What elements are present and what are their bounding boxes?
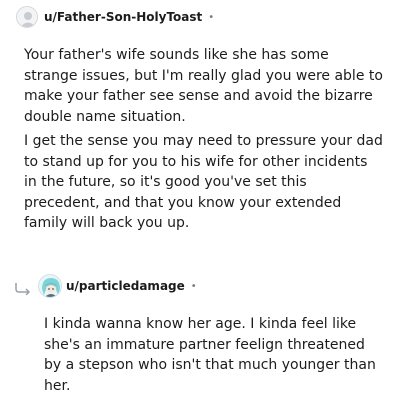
reply-thread-arrow-icon bbox=[14, 280, 32, 296]
comment-header: u/particledamage • bbox=[14, 272, 197, 300]
comment-author[interactable]: u/Father-Son-HolyToast bbox=[44, 10, 202, 24]
comment-paragraph: I kinda wanna know her age. I kinda feel… bbox=[44, 316, 376, 394]
comment-header: u/Father-Son-HolyToast • bbox=[16, 4, 214, 30]
anime-character-avatar-icon[interactable] bbox=[38, 274, 62, 298]
comment-author[interactable]: u/particledamage bbox=[66, 279, 185, 293]
comment-paragraph: I get the sense you may need to pressure… bbox=[24, 132, 383, 232]
separator-dot: • bbox=[190, 280, 197, 292]
default-user-avatar-icon[interactable] bbox=[16, 6, 38, 28]
comment-paragraph: Your father's wife sounds like she has s… bbox=[24, 47, 383, 125]
comment-body: Your father's wife sounds like she has s… bbox=[24, 45, 384, 234]
separator-dot: • bbox=[208, 11, 215, 23]
comment-body: I kinda wanna know her age. I kinda feel… bbox=[44, 314, 384, 396]
